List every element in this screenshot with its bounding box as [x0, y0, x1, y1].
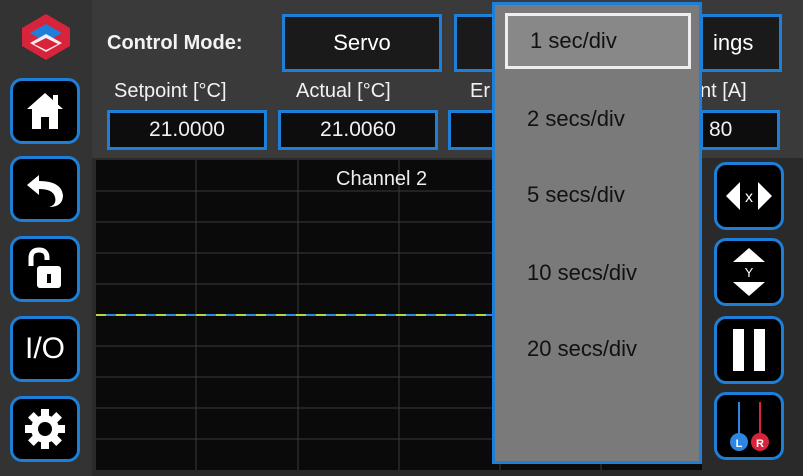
probe-channel-button[interactable]: L R — [714, 392, 784, 460]
control-mode-select[interactable]: Servo — [282, 14, 442, 72]
option-label: 5 secs/div — [527, 182, 625, 207]
horizontal-arrows-icon: x — [726, 182, 772, 210]
control-mode-value: Servo — [333, 30, 391, 55]
back-button[interactable] — [10, 156, 80, 222]
current-value: 80 — [709, 118, 733, 141]
control-mode-label: Control Mode: — [107, 32, 243, 54]
sidebar: I/O — [0, 0, 92, 476]
vertical-arrows-icon: Y — [733, 248, 765, 296]
logo — [22, 14, 70, 60]
settings-label: ings — [713, 30, 754, 55]
unlock-icon — [28, 247, 61, 288]
pause-icon — [733, 329, 765, 371]
actual-value: 21.0060 — [320, 118, 396, 141]
io-label: I/O — [24, 332, 65, 365]
current-field: 80 — [700, 110, 780, 150]
setpoint-label: Setpoint [°C] — [114, 80, 227, 102]
x-axis-label: x — [745, 189, 753, 206]
option-label: 20 secs/div — [527, 336, 638, 361]
setpoint-field[interactable]: 21.0000 — [107, 110, 267, 150]
settings-button[interactable] — [10, 396, 80, 462]
settings-field[interactable]: ings — [700, 14, 782, 72]
current-label: nt [A] — [700, 80, 747, 102]
error-label: Er — [470, 80, 490, 102]
home-icon — [27, 93, 63, 129]
actual-field: 21.0060 — [278, 110, 438, 150]
actual-label: Actual [°C] — [296, 80, 391, 102]
undo-icon — [27, 175, 63, 207]
right-probe-label: R — [756, 438, 764, 450]
timebase-option[interactable]: 1 sec/div — [505, 13, 691, 69]
option-label: 10 secs/div — [527, 260, 638, 285]
timebase-option[interactable]: 20 secs/div — [505, 321, 691, 377]
gear-icon — [25, 409, 65, 449]
home-button[interactable] — [10, 78, 80, 144]
option-label: 2 secs/div — [527, 106, 625, 131]
option-label: 1 sec/div — [530, 28, 617, 53]
y-axis-label: Y — [745, 265, 754, 280]
y-zoom-button[interactable]: Y — [714, 238, 784, 306]
left-probe-label: L — [736, 438, 743, 450]
timebase-option[interactable]: 10 secs/div — [505, 245, 691, 301]
timebase-dropdown: 1 sec/div 2 secs/div 5 secs/div 10 secs/… — [492, 2, 702, 464]
probe-leads-icon: L R — [730, 402, 769, 451]
x-zoom-button[interactable]: x — [714, 162, 784, 230]
pause-button[interactable] — [714, 316, 784, 384]
timebase-option[interactable]: 2 secs/div — [505, 91, 691, 147]
timebase-option[interactable]: 5 secs/div — [505, 167, 691, 223]
io-button[interactable]: I/O — [10, 316, 80, 382]
unlock-button[interactable] — [10, 236, 80, 302]
setpoint-value: 21.0000 — [149, 118, 225, 141]
chart-title: Channel 2 — [336, 168, 428, 190]
